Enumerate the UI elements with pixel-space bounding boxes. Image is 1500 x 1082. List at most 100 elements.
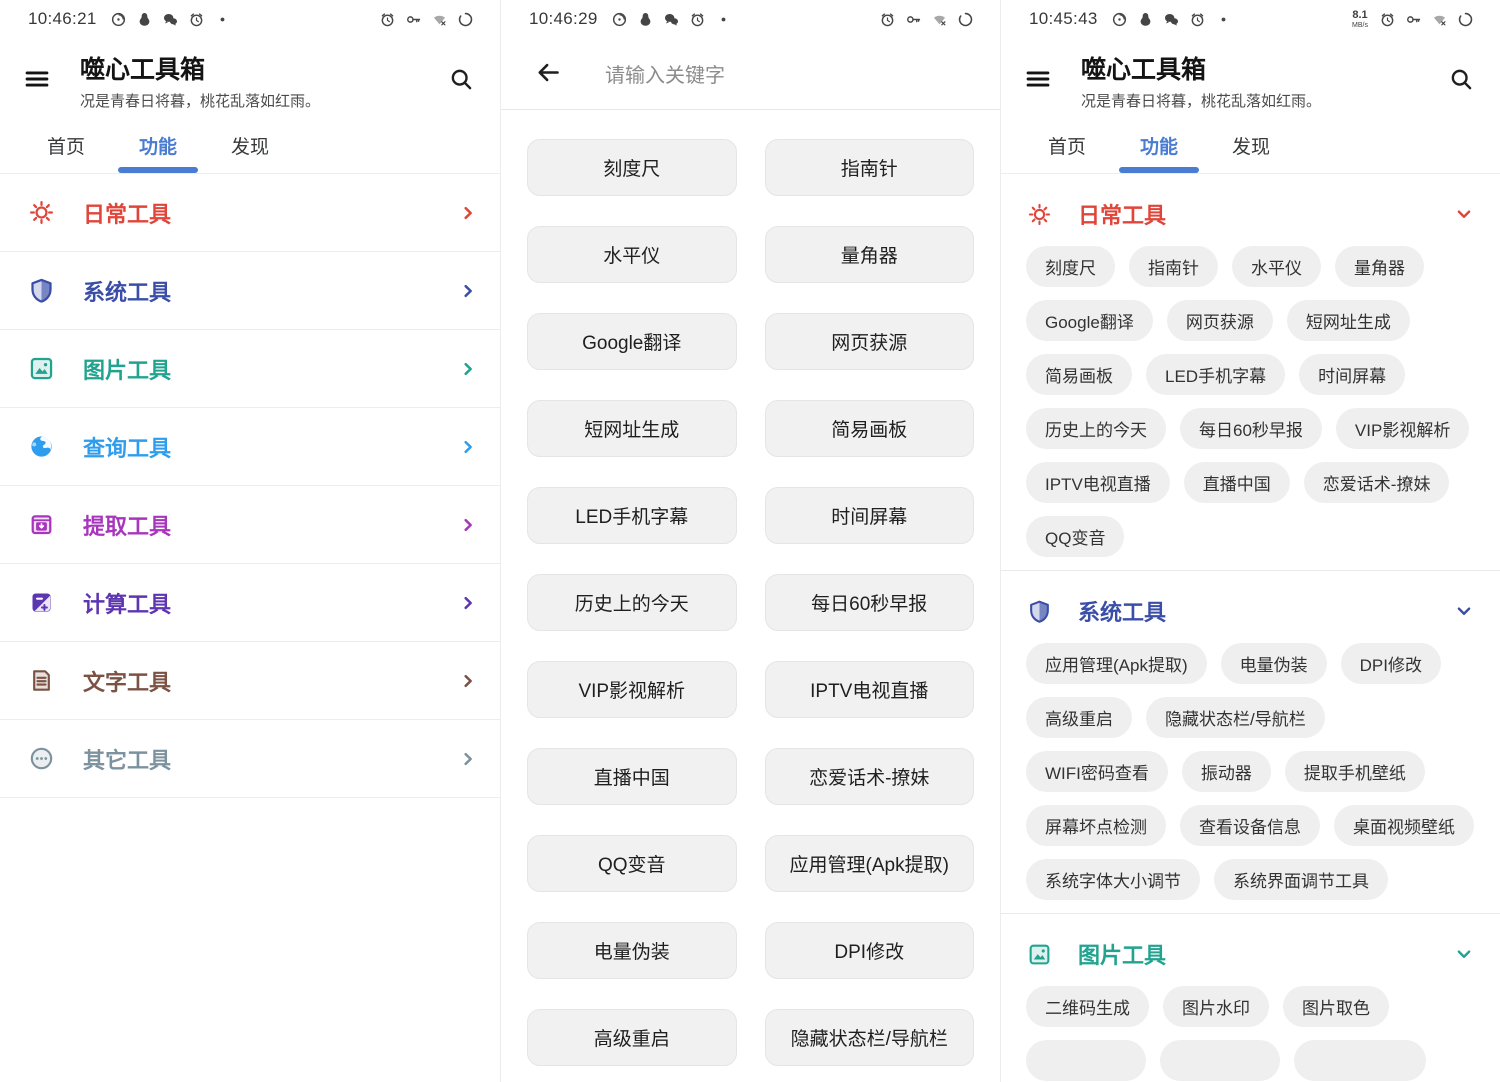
chevron-right-icon	[458, 359, 478, 379]
menu-item-image-tools[interactable]: 图片工具	[0, 330, 500, 408]
chip-row: WIFI密码查看振动器提取手机壁纸	[1026, 751, 1475, 792]
status-time: 10:46:21	[28, 9, 97, 29]
menu-item-daily-tools[interactable]: 日常工具	[0, 174, 500, 252]
menu-item-query-tools[interactable]: 查询工具	[0, 408, 500, 486]
tool-chip[interactable]: 图片取色	[1283, 986, 1389, 1027]
tool-button[interactable]: 水平仪	[527, 226, 737, 283]
tool-button[interactable]: QQ变音	[527, 835, 737, 892]
menu-item-calc-tools[interactable]: 计算工具	[0, 564, 500, 642]
tool-button[interactable]: 每日60秒早报	[765, 574, 975, 631]
section-divider	[1001, 570, 1500, 571]
tool-chip[interactable]: 直播中国	[1184, 462, 1290, 503]
tool-button[interactable]: 电量伪装	[527, 922, 737, 979]
tool-chip[interactable]: WIFI密码查看	[1026, 751, 1168, 792]
search-input[interactable]: 请输入关键字	[605, 59, 976, 88]
section-header-system-tools[interactable]: 系统工具	[1026, 579, 1475, 643]
chevron-right-icon	[458, 593, 478, 613]
app-bar: 噬心工具箱 况是青春日将暮，桃花乱落如红雨。	[0, 38, 500, 118]
tool-button[interactable]: 量角器	[765, 226, 975, 283]
tool-chip[interactable]: 屏幕坏点检测	[1026, 805, 1166, 846]
tool-chip[interactable]: 每日60秒早报	[1180, 408, 1322, 449]
tool-button[interactable]: 简易画板	[765, 400, 975, 457]
search-button[interactable]	[438, 57, 484, 103]
search-button[interactable]	[1438, 57, 1484, 103]
tool-chip[interactable]: 电量伪装	[1221, 643, 1327, 684]
tool-button[interactable]: 指南针	[765, 139, 975, 196]
tool-chip[interactable]: IPTV电视直播	[1026, 462, 1170, 503]
tool-chip[interactable]: DPI修改	[1341, 643, 1441, 684]
tab-features[interactable]: 功能	[1113, 118, 1205, 173]
tab-home[interactable]: 首页	[1021, 118, 1113, 173]
panel-search: 10:46:29 请输入关键字 刻度尺指南针水平仪量角器Google翻译网页获源…	[500, 0, 1000, 1082]
menu-item-other-tools[interactable]: 其它工具	[0, 720, 500, 798]
tool-button[interactable]: 隐藏状态栏/导航栏	[765, 1009, 975, 1066]
tool-chip[interactable]: 系统界面调节工具	[1214, 859, 1388, 900]
qq-icon	[637, 11, 654, 28]
tool-chip[interactable]: 高级重启	[1026, 697, 1132, 738]
notification-dot-icon	[715, 11, 732, 28]
tool-chip[interactable]: 二维码生成	[1026, 986, 1149, 1027]
tool-button[interactable]: 刻度尺	[527, 139, 737, 196]
tool-chip[interactable]	[1026, 1040, 1146, 1081]
image-icon	[27, 355, 55, 382]
tool-chip[interactable]: 图片水印	[1163, 986, 1269, 1027]
tool-button[interactable]: IPTV电视直播	[765, 661, 975, 718]
tool-button[interactable]: VIP影视解析	[527, 661, 737, 718]
section-header-daily-tools[interactable]: 日常工具	[1026, 182, 1475, 246]
tab-discover[interactable]: 发现	[1205, 118, 1297, 173]
tab-features[interactable]: 功能	[112, 118, 204, 173]
menu-item-label: 提取工具	[83, 509, 171, 541]
tool-chip[interactable]: 量角器	[1335, 246, 1424, 287]
network-speed-value: 8.1	[1352, 10, 1367, 21]
tool-chip[interactable]: Google翻译	[1026, 300, 1153, 341]
tool-chip[interactable]: 时间屏幕	[1299, 354, 1405, 395]
tool-chip[interactable]: 恋爱话术-撩妹	[1304, 462, 1450, 503]
tool-chip[interactable]: 桌面视频壁纸	[1334, 805, 1474, 846]
tool-chip[interactable]: 隐藏状态栏/导航栏	[1146, 697, 1325, 738]
alarm-clock-icon	[1379, 11, 1396, 28]
status-time: 10:45:43	[1029, 9, 1098, 29]
hamburger-icon	[23, 65, 51, 96]
tool-chip[interactable]: 应用管理(Apk提取)	[1026, 643, 1207, 684]
chip-row: IPTV电视直播直播中国恋爱话术-撩妹	[1026, 462, 1475, 503]
tool-chip[interactable]: 指南针	[1129, 246, 1218, 287]
wechat-icon	[1163, 11, 1180, 28]
tool-chip[interactable]: 振动器	[1182, 751, 1271, 792]
tool-chip[interactable]: 刻度尺	[1026, 246, 1115, 287]
tool-chip[interactable]: QQ变音	[1026, 516, 1124, 557]
menu-item-label: 系统工具	[83, 275, 171, 307]
tool-chip[interactable]: 网页获源	[1167, 300, 1273, 341]
tool-button[interactable]: 高级重启	[527, 1009, 737, 1066]
tool-chip[interactable]: 历史上的今天	[1026, 408, 1166, 449]
tool-chip[interactable]	[1294, 1040, 1426, 1081]
tool-chip[interactable]	[1160, 1040, 1280, 1081]
tool-button[interactable]: 网页获源	[765, 313, 975, 370]
alarm-clock-icon	[379, 11, 396, 28]
menu-item-text-tools[interactable]: 文字工具	[0, 642, 500, 720]
tool-button[interactable]: DPI修改	[765, 922, 975, 979]
tool-button[interactable]: 恋爱话术-撩妹	[765, 748, 975, 805]
tool-chip[interactable]: LED手机字幕	[1146, 354, 1285, 395]
tool-button[interactable]: 短网址生成	[527, 400, 737, 457]
tool-button[interactable]: Google翻译	[527, 313, 737, 370]
tool-button[interactable]: 直播中国	[527, 748, 737, 805]
menu-item-system-tools[interactable]: 系统工具	[0, 252, 500, 330]
tab-home[interactable]: 首页	[20, 118, 112, 173]
tab-discover[interactable]: 发现	[204, 118, 296, 173]
tool-chip[interactable]: VIP影视解析	[1336, 408, 1469, 449]
menu-button[interactable]	[14, 57, 60, 103]
tool-chip[interactable]: 系统字体大小调节	[1026, 859, 1200, 900]
menu-button[interactable]	[1015, 57, 1061, 103]
back-button[interactable]	[525, 51, 571, 97]
tool-button[interactable]: LED手机字幕	[527, 487, 737, 544]
tool-button[interactable]: 时间屏幕	[765, 487, 975, 544]
tool-button[interactable]: 应用管理(Apk提取)	[765, 835, 975, 892]
tool-button[interactable]: 历史上的今天	[527, 574, 737, 631]
section-header-image-tools[interactable]: 图片工具	[1026, 922, 1475, 986]
tool-chip[interactable]: 提取手机壁纸	[1285, 751, 1425, 792]
tool-chip[interactable]: 查看设备信息	[1180, 805, 1320, 846]
menu-item-extract-tools[interactable]: 提取工具	[0, 486, 500, 564]
tool-chip[interactable]: 简易画板	[1026, 354, 1132, 395]
tool-chip[interactable]: 水平仪	[1232, 246, 1321, 287]
tool-chip[interactable]: 短网址生成	[1287, 300, 1410, 341]
